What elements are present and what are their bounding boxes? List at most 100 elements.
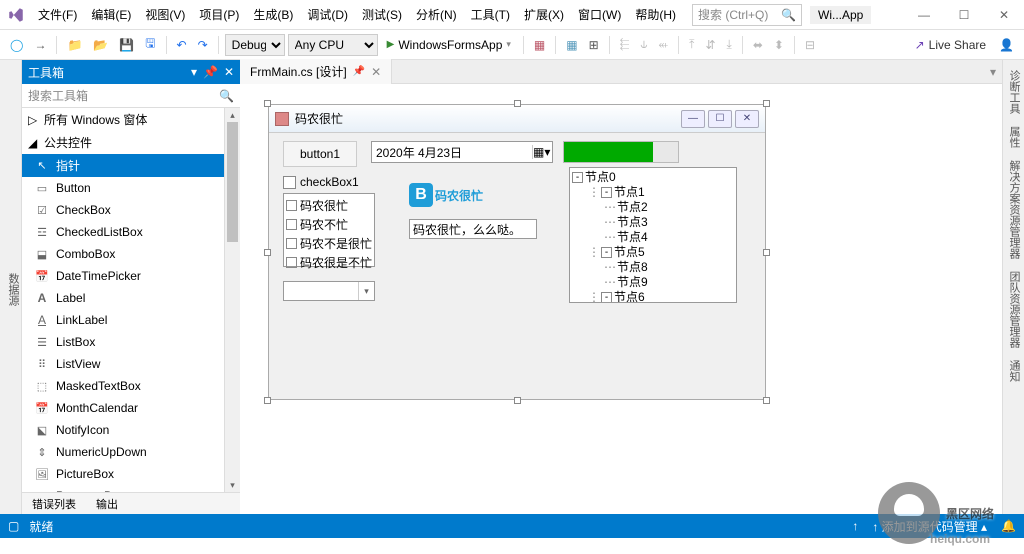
nav-back-icon[interactable]: ◯ xyxy=(6,36,27,54)
toolbox-item-monthcalendar[interactable]: 📅MonthCalendar xyxy=(22,397,240,419)
solution-name: Wi...App xyxy=(810,6,871,24)
toolstrip-icon[interactable]: ▦ xyxy=(530,36,549,54)
quick-search[interactable]: 搜索 (Ctrl+Q) 🔍 xyxy=(692,4,802,26)
menu-bar: 文件(F) 编辑(E) 视图(V) 项目(P) 生成(B) 调试(D) 测试(S… xyxy=(32,2,682,27)
close-button[interactable]: ✕ xyxy=(984,0,1024,30)
align-left-icon[interactable]: ⬱ xyxy=(616,35,634,54)
platform-dropdown[interactable]: Any CPU xyxy=(288,34,378,56)
toolbox-item-listbox[interactable]: ☰ListBox xyxy=(22,331,240,353)
toolbox-item-label[interactable]: ALabel xyxy=(22,287,240,309)
treeview-control[interactable]: -节点0 ⋮-节点1 ⋯节点2 ⋯节点3 ⋯节点4 ⋮-节点5 ⋯节点8 ⋯节点… xyxy=(569,167,737,303)
nav-fwd-icon[interactable]: → xyxy=(30,36,50,54)
menu-debug[interactable]: 调试(D) xyxy=(301,2,354,27)
toolbox-item-button[interactable]: ▭Button xyxy=(22,177,240,199)
feedback-icon[interactable]: 👤 xyxy=(995,36,1018,54)
toolbox-item-linklabel[interactable]: ALinkLabel xyxy=(22,309,240,331)
toolbox-cat-common[interactable]: ◢公共控件 xyxy=(22,131,240,154)
toolbox-item-progressbar[interactable]: ▬ProgressBar xyxy=(22,485,240,492)
menu-view[interactable]: 视图(V) xyxy=(139,2,191,27)
menu-file[interactable]: 文件(F) xyxy=(32,2,83,27)
checkedlistbox-icon: ☲ xyxy=(34,224,50,240)
button-icon: ▭ xyxy=(34,180,50,196)
hspace-icon[interactable]: ⬌ xyxy=(749,36,767,54)
form-designer[interactable]: 码农很忙 — ☐ ✕ button1 2020年 4月23日▦▾ xyxy=(240,84,1002,514)
menu-window[interactable]: 窗口(W) xyxy=(572,2,627,27)
menu-analyze[interactable]: 分析(N) xyxy=(410,2,463,27)
source-control-button[interactable]: ↑ 添加到源代码管理 ▴ xyxy=(872,518,987,535)
align-center-icon[interactable]: ⫝ xyxy=(636,35,651,54)
data-sources-tab[interactable]: 数据源 xyxy=(0,60,22,514)
toolbox-item-notifyicon[interactable]: ⬕NotifyIcon xyxy=(22,419,240,441)
start-debug-button[interactable]: ▶ WindowsFormsApp ▾ xyxy=(381,36,517,54)
align-middle-icon[interactable]: ⇵ xyxy=(701,36,719,54)
toolbox-scrollbar[interactable]: ▴▾ xyxy=(224,108,240,492)
undo-icon[interactable]: ↶ xyxy=(173,36,191,54)
vspace-icon[interactable]: ⬍ xyxy=(770,36,788,54)
open-icon[interactable]: 📂 xyxy=(89,36,112,54)
config-dropdown[interactable]: Debug xyxy=(225,34,285,56)
notifications-icon[interactable]: 🔔 xyxy=(1001,519,1016,533)
solution-explorer-tab[interactable]: 解决方案资源管理器 xyxy=(1003,154,1024,265)
label-control[interactable]: B码农很忙 xyxy=(409,183,483,207)
tab-order-icon[interactable]: ⊟ xyxy=(801,36,819,54)
tab-error-list[interactable]: 错误列表 xyxy=(22,493,86,514)
toolbox-item-checkbox[interactable]: ☑CheckBox xyxy=(22,199,240,221)
menu-build[interactable]: 生成(B) xyxy=(247,2,299,27)
toolbox-item-picturebox[interactable]: 🖼PictureBox xyxy=(22,463,240,485)
live-share-button[interactable]: ↗ Live Share xyxy=(909,36,992,54)
document-tab[interactable]: FrmMain.cs [设计] 📌 ✕ xyxy=(240,59,392,84)
align-bottom-icon[interactable]: ⤓ xyxy=(723,35,736,54)
menu-project[interactable]: 项目(P) xyxy=(193,2,245,27)
form-max-icon: ☐ xyxy=(708,110,732,128)
button1-control[interactable]: button1 xyxy=(283,141,357,167)
toolbox-item-datetimepicker[interactable]: 📅DateTimePicker xyxy=(22,265,240,287)
pin-icon[interactable]: 📌 xyxy=(203,65,218,79)
align-right-icon[interactable]: ⬴ xyxy=(655,35,673,54)
panel-options-icon[interactable]: ▾ xyxy=(191,65,197,79)
team-explorer-tab[interactable]: 团队资源管理器 xyxy=(1003,265,1024,354)
diagnostic-tools-tab[interactable]: 诊断工具 xyxy=(1003,64,1024,120)
checkbox-control[interactable]: checkBox1 xyxy=(283,175,359,189)
toolbox-item-combobox[interactable]: ⬓ComboBox xyxy=(22,243,240,265)
new-project-icon[interactable]: 📁 xyxy=(63,36,86,54)
menu-help[interactable]: 帮助(H) xyxy=(629,2,682,27)
menu-test[interactable]: 测试(S) xyxy=(356,2,408,27)
progressbar-control[interactable] xyxy=(563,141,679,163)
toolbox-search[interactable]: 搜索工具箱 🔍 xyxy=(22,84,240,108)
form-title: 码农很忙 xyxy=(295,110,343,127)
calendar-dropdown-icon[interactable]: ▦▾ xyxy=(532,145,548,159)
toolbox-item-pointer[interactable]: ↖指针 xyxy=(22,154,240,177)
redo-icon[interactable]: ↷ xyxy=(194,36,212,54)
checkedlistbox-control[interactable]: 码农很忙 码农不忙 码农不是很忙 码农很是不忙 xyxy=(283,193,375,267)
datetimepicker-control[interactable]: 2020年 4月23日▦▾ xyxy=(371,141,553,163)
pin-tab-icon[interactable]: 📌 xyxy=(353,66,365,77)
search-icon: 🔍 xyxy=(219,89,234,103)
toolbox-item-checkedlistbox[interactable]: ☲CheckedListBox xyxy=(22,221,240,243)
tabs-overflow-icon[interactable]: ▾ xyxy=(984,65,1002,79)
properties-tab[interactable]: 属性 xyxy=(1003,120,1024,154)
datetimepicker-icon: 📅 xyxy=(34,268,50,284)
toolbox-item-listview[interactable]: ⠿ListView xyxy=(22,353,240,375)
designed-form[interactable]: 码农很忙 — ☐ ✕ button1 2020年 4月23日▦▾ xyxy=(268,104,766,400)
combobox-control[interactable]: ▾ xyxy=(283,281,375,301)
menu-extensions[interactable]: 扩展(X) xyxy=(518,2,570,27)
textbox-control[interactable]: 码农很忙，么么哒。 xyxy=(409,219,537,239)
tab-output[interactable]: 输出 xyxy=(86,493,128,514)
menu-edit[interactable]: 编辑(E) xyxy=(85,2,137,27)
status-publish-icon[interactable]: ↑ xyxy=(852,519,858,533)
align-icon[interactable]: ⊞ xyxy=(585,36,603,54)
align-top-icon[interactable]: ⤒ xyxy=(685,35,698,54)
minimize-button[interactable]: — xyxy=(904,0,944,30)
toolbox-item-numericupdown[interactable]: ⇕NumericUpDown xyxy=(22,441,240,463)
save-icon[interactable]: 💾 xyxy=(115,36,138,54)
notifications-tab[interactable]: 通知 xyxy=(1003,354,1024,388)
toolbox-cat-allwinforms[interactable]: ▷所有 Windows 窗体 xyxy=(22,108,240,131)
save-all-icon[interactable]: 🖫 xyxy=(141,32,159,57)
grid-icon[interactable]: ▦ xyxy=(562,36,581,54)
search-icon: 🔍 xyxy=(781,8,796,22)
close-tab-icon[interactable]: ✕ xyxy=(371,65,381,79)
menu-tools[interactable]: 工具(T) xyxy=(465,2,516,27)
panel-close-icon[interactable]: ✕ xyxy=(224,65,234,79)
toolbox-item-maskedtextbox[interactable]: ⬚MaskedTextBox xyxy=(22,375,240,397)
maximize-button[interactable]: ☐ xyxy=(944,0,984,30)
